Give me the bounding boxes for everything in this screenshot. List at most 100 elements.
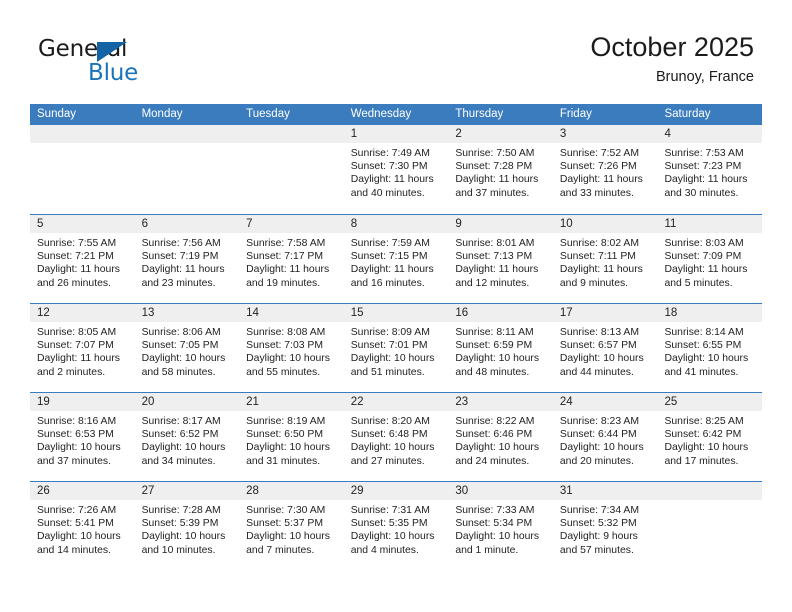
sunrise-text: Sunrise: 7:34 AM xyxy=(559,505,640,516)
daylight-text: Daylight: 10 hours xyxy=(350,531,435,543)
day-details: Sunrise: 7:28 AM Sunset: 5:39 PM Daylight:… xyxy=(135,500,240,557)
calendar-day-cell[interactable]: 7 Sunrise: 7:58 AM Sunset: 7:17 PM Daylight… xyxy=(239,215,344,303)
calendar-day-cell[interactable]: 28 Sunrise: 7:30 AM Sunset: 5:37 PM Dayligh… xyxy=(239,482,344,570)
daylight-text-cont: and 24 minutes. xyxy=(455,455,530,467)
calendar-day-cell[interactable]: 19 Sunrise: 8:16 AM Sunset: 6:53 PM Dayligh… xyxy=(30,393,135,481)
calendar-day-cell[interactable]: 14 Sunrise: 8:08 AM Sunset: 7:03 PM Dayligh… xyxy=(239,304,344,392)
daylight-text: Daylight: 10 hours xyxy=(350,442,435,454)
calendar-day-cell[interactable]: 4 Sunrise: 7:53 AM Sunset: 7:23 PM Daylight… xyxy=(657,125,763,214)
calendar-day-cell[interactable]: 3 Sunrise: 7:52 AM Sunset: 7:26 PM Daylight… xyxy=(552,125,658,214)
day-details: Sunrise: 7:30 AM Sunset: 5:37 PM Daylight:… xyxy=(239,500,344,557)
daylight-text: Daylight: 10 hours xyxy=(455,442,540,454)
sunrise-text: Sunrise: 7:53 AM xyxy=(664,148,744,159)
sunrise-text: Sunrise: 8:14 AM xyxy=(664,327,744,338)
calendar-day-cell[interactable]: 5 Sunrise: 7:55 AM Sunset: 7:21 PM Daylight… xyxy=(30,215,135,303)
daylight-text-cont: and 19 minutes. xyxy=(246,277,321,289)
day-number: 29 xyxy=(343,482,449,500)
calendar-day-cell[interactable]: 12 Sunrise: 8:05 AM Sunset: 7:07 PM Dayligh… xyxy=(30,304,135,392)
calendar-day-cell[interactable]: 25 Sunrise: 8:25 AM Sunset: 6:42 PM Dayligh… xyxy=(657,393,763,481)
calendar-grid: Sunday Monday Tuesday Wednesday Thursday Frid… xyxy=(30,104,763,570)
calendar-day-cell[interactable]: 10 Sunrise: 8:02 AM Sunset: 7:11 PM Dayligh… xyxy=(552,215,658,303)
day-number xyxy=(239,125,344,143)
calendar-day-cell[interactable]: 27 Sunrise: 7:28 AM Sunset: 5:39 PM Dayligh… xyxy=(134,482,240,570)
daylight-text: Daylight: 11 hours xyxy=(455,264,539,276)
calendar-day-cell[interactable]: 29 Sunrise: 7:31 AM Sunset: 5:35 PM Dayligh… xyxy=(343,482,449,570)
sunset-text: Sunset: 7:21 PM xyxy=(37,251,114,263)
calendar-day-cell[interactable]: 22 Sunrise: 8:20 AM Sunset: 6:48 PM Dayligh… xyxy=(343,393,449,481)
calendar-day-cell[interactable]: 16 Sunrise: 8:11 AM Sunset: 6:59 PM Dayligh… xyxy=(448,304,553,392)
day-details xyxy=(135,143,240,147)
day-details: Sunrise: 8:23 AM Sunset: 6:44 PM Daylight:… xyxy=(553,411,658,468)
day-details: Sunrise: 8:03 AM Sunset: 7:09 PM Daylight:… xyxy=(657,233,762,290)
calendar-day-cell[interactable]: 24 Sunrise: 8:23 AM Sunset: 6:44 PM Dayligh… xyxy=(552,393,658,481)
sunset-text: Sunset: 7:03 PM xyxy=(246,340,323,352)
day-number: 30 xyxy=(448,482,553,500)
calendar-day-cell[interactable]: 30 Sunrise: 7:33 AM Sunset: 5:34 PM Dayligh… xyxy=(448,482,553,570)
day-details: Sunrise: 8:05 AM Sunset: 7:07 PM Daylight:… xyxy=(30,322,135,379)
calendar-page: General Blue October 2025 Brunoy, France… xyxy=(0,0,792,612)
sunrise-text: Sunrise: 8:19 AM xyxy=(246,416,326,427)
sunset-text: Sunset: 6:57 PM xyxy=(559,340,637,352)
daylight-text: Daylight: 10 hours xyxy=(559,353,644,365)
day-number xyxy=(134,125,240,143)
calendar-day-cell[interactable]: 18 Sunrise: 8:14 AM Sunset: 6:55 PM Dayligh… xyxy=(657,304,763,392)
sunset-text: Sunset: 5:34 PM xyxy=(455,518,533,530)
sunset-text: Sunset: 5:35 PM xyxy=(350,518,428,530)
calendar-day-cell[interactable]: 2 Sunrise: 7:50 AM Sunset: 7:28 PM Daylight… xyxy=(448,125,553,214)
calendar-cell-empty xyxy=(30,125,135,214)
day-number: 23 xyxy=(448,393,553,411)
day-number: 6 xyxy=(134,215,240,233)
calendar-day-cell[interactable]: 20 Sunrise: 8:17 AM Sunset: 6:52 PM Dayligh… xyxy=(134,393,240,481)
sunrise-text: Sunrise: 8:23 AM xyxy=(559,416,640,427)
calendar-day-cell[interactable]: 11 Sunrise: 8:03 AM Sunset: 7:09 PM Dayligh… xyxy=(657,215,763,303)
calendar-cell-empty xyxy=(134,125,240,214)
daylight-text: Daylight: 10 hours xyxy=(664,353,749,365)
daylight-text: Daylight: 10 hours xyxy=(455,353,540,365)
calendar-week-row: 5 Sunrise: 7:55 AM Sunset: 7:21 PM Daylight… xyxy=(30,214,763,303)
daylight-text-cont: and 14 minutes. xyxy=(37,544,111,556)
sunset-text: Sunset: 7:28 PM xyxy=(455,161,533,173)
daylight-text: Daylight: 11 hours xyxy=(664,264,748,276)
sunrise-text: Sunrise: 8:03 AM xyxy=(664,238,744,249)
daylight-text: Daylight: 10 hours xyxy=(664,442,749,454)
daylight-text-cont: and 5 minutes. xyxy=(664,277,733,289)
calendar-day-cell[interactable]: 8 Sunrise: 7:59 AM Sunset: 7:15 PM Daylight… xyxy=(343,215,449,303)
sunset-text: Sunset: 5:39 PM xyxy=(141,518,219,530)
sunrise-text: Sunrise: 8:05 AM xyxy=(37,327,117,338)
calendar-cell-empty xyxy=(657,482,763,570)
weekday-header-row: Sunday Monday Tuesday Wednesday Thursday Frid… xyxy=(30,104,762,125)
weekday-header-wednesday: Wednesday xyxy=(350,108,412,120)
day-number xyxy=(657,482,763,500)
day-details xyxy=(657,500,762,504)
daylight-text: Daylight: 10 hours xyxy=(141,353,226,365)
calendar-day-cell[interactable]: 26 Sunrise: 7:26 AM Sunset: 5:41 PM Dayligh… xyxy=(30,482,135,570)
daylight-text-cont: and 37 minutes. xyxy=(455,187,530,199)
calendar-day-cell[interactable]: 17 Sunrise: 8:13 AM Sunset: 6:57 PM Dayligh… xyxy=(552,304,658,392)
calendar-day-cell[interactable]: 1 Sunrise: 7:49 AM Sunset: 7:30 PM Daylight… xyxy=(343,125,449,214)
sunrise-text: Sunrise: 7:28 AM xyxy=(141,505,221,516)
daylight-text: Daylight: 11 hours xyxy=(350,264,434,276)
calendar-day-cell[interactable]: 15 Sunrise: 8:09 AM Sunset: 7:01 PM Dayligh… xyxy=(343,304,449,392)
sunset-text: Sunset: 7:17 PM xyxy=(246,251,323,263)
calendar-day-cell[interactable]: 21 Sunrise: 8:19 AM Sunset: 6:50 PM Dayligh… xyxy=(239,393,344,481)
daylight-text-cont: and 9 minutes. xyxy=(559,277,629,289)
calendar-day-cell[interactable]: 6 Sunrise: 7:56 AM Sunset: 7:19 PM Daylight… xyxy=(134,215,240,303)
calendar-day-cell[interactable]: 23 Sunrise: 8:22 AM Sunset: 6:46 PM Dayligh… xyxy=(448,393,553,481)
sunrise-text: Sunrise: 7:59 AM xyxy=(350,238,430,249)
daylight-text-cont: and 27 minutes. xyxy=(350,455,425,467)
day-number: 3 xyxy=(552,125,658,143)
calendar-day-cell[interactable]: 31 Sunrise: 7:34 AM Sunset: 5:32 PM Dayligh… xyxy=(552,482,658,570)
day-number: 1 xyxy=(343,125,449,143)
general-blue-logo[interactable]: General Blue xyxy=(38,36,238,92)
daylight-text-cont: and 2 minutes. xyxy=(37,366,106,378)
sunset-text: Sunset: 7:13 PM xyxy=(455,251,533,263)
daylight-text-cont: and 23 minutes. xyxy=(141,277,216,289)
calendar-day-cell[interactable]: 13 Sunrise: 8:06 AM Sunset: 7:05 PM Dayligh… xyxy=(134,304,240,392)
day-number: 27 xyxy=(134,482,240,500)
day-number: 25 xyxy=(657,393,763,411)
day-details: Sunrise: 7:26 AM Sunset: 5:41 PM Daylight:… xyxy=(30,500,135,557)
calendar-day-cell[interactable]: 9 Sunrise: 8:01 AM Sunset: 7:13 PM Daylight… xyxy=(448,215,553,303)
sunset-text: Sunset: 7:01 PM xyxy=(350,340,428,352)
day-details: Sunrise: 8:16 AM Sunset: 6:53 PM Daylight:… xyxy=(30,411,135,468)
day-number: 9 xyxy=(448,215,553,233)
